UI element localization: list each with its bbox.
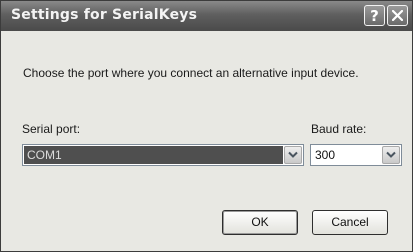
chevron-down-icon (386, 151, 396, 158)
baud-rate-dropdown[interactable]: 300 (310, 144, 402, 166)
serial-port-dropdown[interactable]: COM1 (22, 144, 304, 166)
baud-rate-dropdown-button[interactable] (382, 146, 400, 164)
close-button[interactable] (387, 5, 408, 26)
ok-button[interactable]: OK (222, 210, 298, 235)
baud-rate-label: Baud rate: (311, 122, 367, 136)
baud-rate-value: 300 (315, 148, 336, 162)
title-bar[interactable]: Settings for SerialKeys ? (1, 1, 412, 31)
serial-port-value: COM1 (24, 146, 283, 164)
window-title: Settings for SerialKeys (11, 7, 198, 23)
instruction-text: Choose the port where you connect an alt… (23, 66, 359, 80)
help-button[interactable]: ? (364, 5, 385, 26)
serial-port-label: Serial port: (22, 122, 81, 136)
cancel-button[interactable]: Cancel (312, 210, 388, 235)
chevron-down-icon (288, 151, 298, 158)
close-icon (392, 10, 403, 21)
serialkeys-settings-dialog: Settings for SerialKeys ? Choose the por… (0, 0, 413, 252)
serial-port-dropdown-button[interactable] (284, 146, 302, 164)
